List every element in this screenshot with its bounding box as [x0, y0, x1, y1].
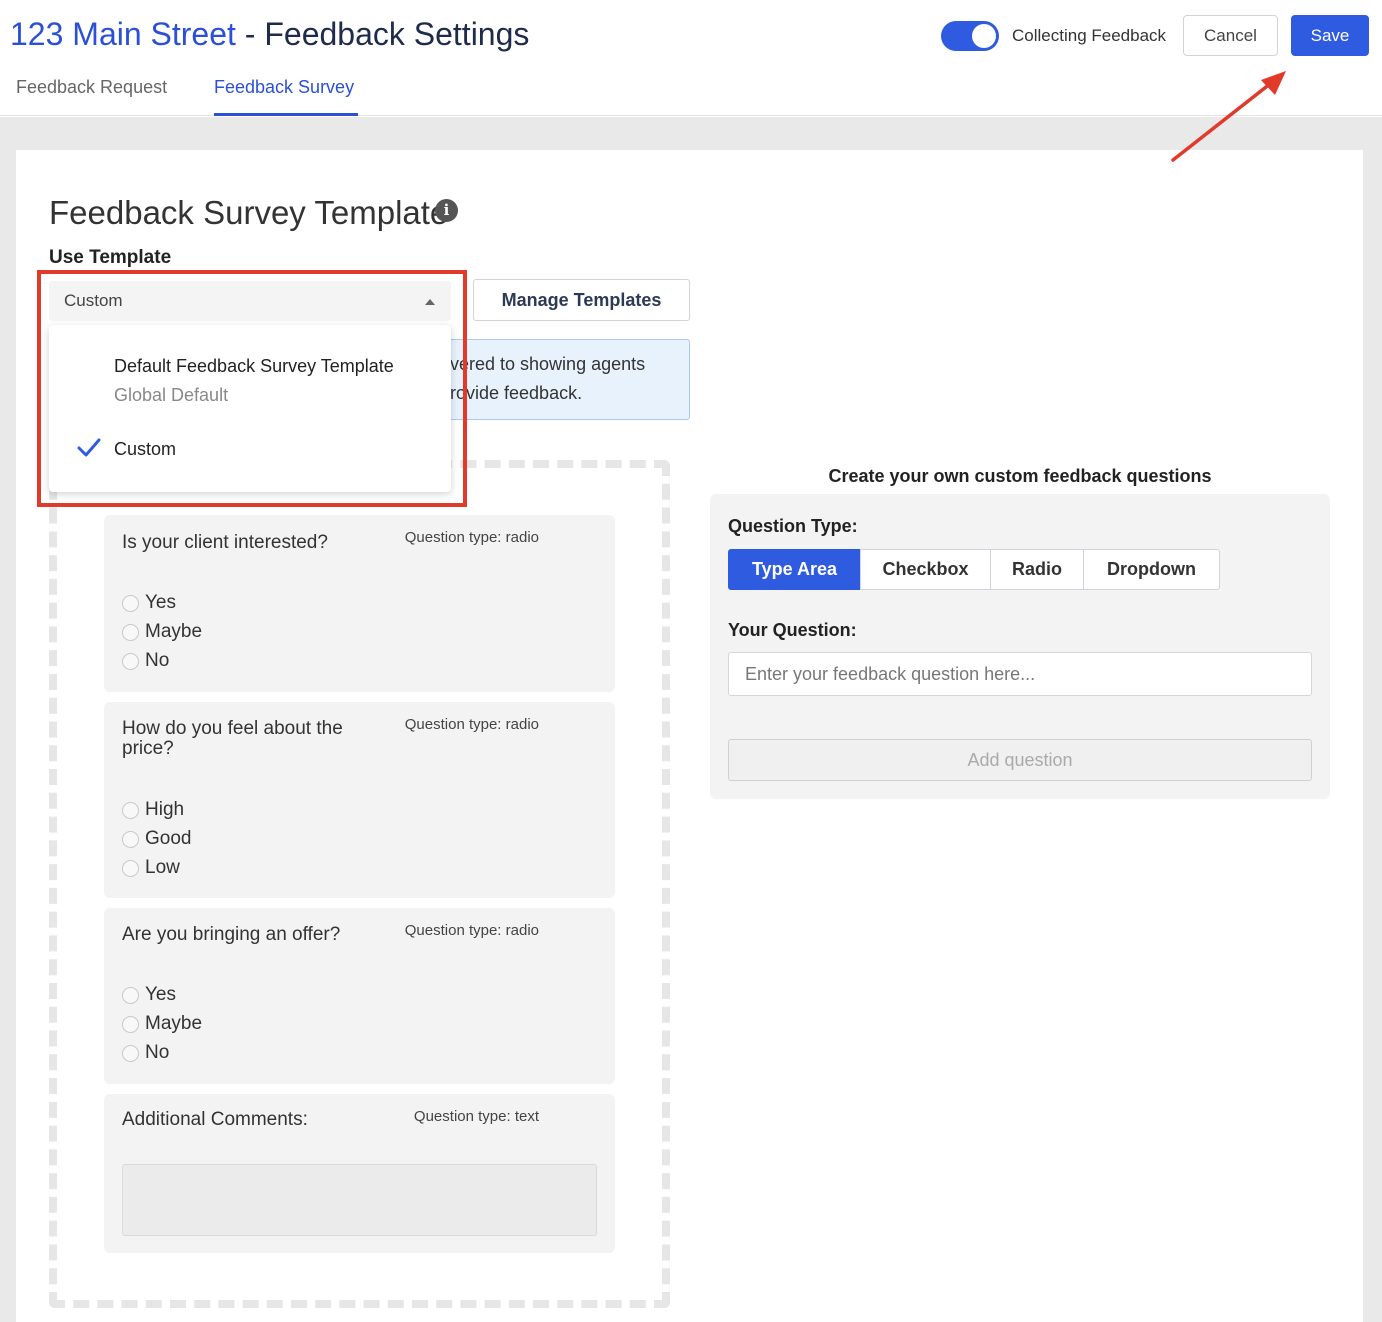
question-option: Low — [122, 857, 180, 879]
page-title: 123 Main Street - Feedback Settings — [10, 14, 529, 54]
question-option: High — [122, 799, 184, 821]
your-question-label: Your Question: — [728, 620, 857, 640]
tab-feedback-request[interactable]: Feedback Request — [16, 75, 167, 99]
comments-textarea[interactable] — [122, 1164, 597, 1236]
radio-button[interactable] — [122, 1015, 139, 1033]
custom-questions-heading: Create your own custom feedback question… — [828, 466, 1212, 486]
use-template-label: Use Template — [49, 247, 172, 268]
question-card[interactable]: Is your client interested? Question type… — [104, 515, 615, 692]
property-address-link[interactable]: 123 Main Street — [10, 16, 236, 52]
option-title: Custom — [114, 439, 177, 459]
radio-button[interactable] — [122, 594, 139, 612]
option-label: Maybe — [145, 1013, 203, 1034]
question-option: No — [122, 650, 169, 672]
template-select-value: Custom — [64, 291, 123, 310]
option-label: No — [145, 650, 170, 671]
question-option: Maybe — [122, 1013, 202, 1035]
caret-up-icon — [425, 299, 435, 305]
title-separator: - — [235, 16, 265, 52]
question-card[interactable]: How do you feel about the price? Questio… — [104, 702, 615, 898]
info-message-box: vered to showing agents rovide feedback. — [440, 339, 690, 420]
save-button[interactable]: Save — [1291, 15, 1369, 56]
question-option: No — [122, 1042, 169, 1064]
active-tab-indicator — [214, 113, 358, 116]
option-label: Good — [145, 828, 192, 849]
question-option: Maybe — [122, 621, 202, 643]
collecting-feedback-toggle[interactable] — [941, 21, 999, 51]
manage-templates-button[interactable]: Manage Templates — [473, 279, 690, 321]
section-title: Feedback Survey Template — [49, 194, 449, 231]
radio-button[interactable] — [122, 986, 139, 1004]
checkmark-icon — [77, 438, 101, 457]
radio-button[interactable] — [122, 1044, 139, 1062]
question-type-label: Question type: radio — [404, 529, 539, 546]
question-type-label: Question Type: — [728, 516, 858, 536]
radio-button[interactable] — [122, 830, 139, 848]
radio-button[interactable] — [122, 859, 139, 877]
template-dropdown-menu: Default Feedback Survey Template Global … — [49, 325, 451, 492]
question-text: Is your client interested? — [122, 532, 328, 553]
dropdown-option-custom[interactable]: Custom — [49, 435, 451, 467]
option-label: Yes — [145, 592, 176, 613]
radio-button[interactable] — [122, 623, 139, 641]
question-text: Additional Comments: — [122, 1109, 308, 1130]
checkbox-type-button[interactable]: Checkbox — [860, 549, 991, 590]
question-option: Good — [122, 828, 191, 850]
type-area-button[interactable]: Type Area — [728, 549, 861, 590]
template-select[interactable]: Custom — [49, 281, 451, 321]
option-label: Yes — [145, 984, 176, 1005]
question-type-label: Question type: radio — [404, 716, 539, 733]
question-type-label: Question type: text — [413, 1108, 539, 1125]
option-label: Low — [145, 857, 180, 878]
cancel-button[interactable]: Cancel — [1183, 15, 1278, 56]
option-title: Default Feedback Survey Template — [114, 356, 394, 376]
question-card[interactable]: Additional Comments: Question type: text — [104, 1094, 615, 1253]
dropdown-option-default-template[interactable]: Default Feedback Survey Template Global … — [49, 352, 451, 412]
toggle-knob — [972, 24, 996, 48]
question-option: Yes — [122, 592, 176, 614]
question-option: Yes — [122, 984, 176, 1006]
dropdown-type-button[interactable]: Dropdown — [1083, 549, 1220, 590]
info-icon[interactable]: i — [435, 199, 458, 222]
question-input[interactable] — [728, 652, 1312, 696]
tab-feedback-survey[interactable]: Feedback Survey — [214, 75, 354, 99]
radio-button[interactable] — [122, 801, 139, 819]
question-text: Are you bringing an offer? — [122, 924, 341, 945]
radio-button[interactable] — [122, 652, 139, 670]
option-label: No — [145, 1042, 170, 1063]
question-text: How do you feel about the price? — [122, 718, 343, 759]
radio-type-button[interactable]: Radio — [990, 549, 1084, 590]
info-message-line-1: vered to showing agents — [450, 354, 646, 374]
question-card[interactable]: Are you bringing an offer? Question type… — [104, 908, 615, 1084]
option-label: Maybe — [145, 621, 203, 642]
page-header: 123 Main Street - Feedback Settings Coll… — [0, 0, 1382, 116]
page-name: Feedback Settings — [264, 16, 530, 52]
collecting-feedback-label: Collecting Feedback — [1012, 26, 1167, 45]
option-subtitle: Global Default — [114, 385, 229, 405]
add-question-button[interactable]: Add question — [728, 739, 1312, 781]
option-label: High — [145, 799, 185, 820]
question-type-label: Question type: radio — [404, 922, 539, 939]
info-message-line-2: rovide feedback. — [450, 383, 583, 403]
